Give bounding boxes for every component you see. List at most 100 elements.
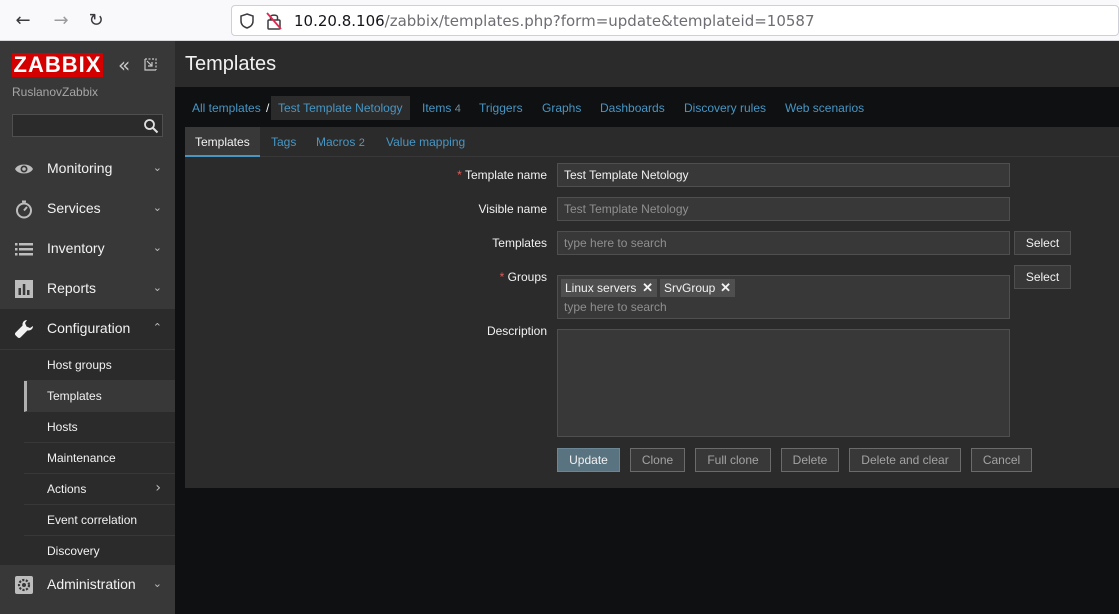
submenu-label: Event correlation <box>47 513 138 527</box>
breadcrumb-triggers[interactable]: Triggers <box>479 96 523 120</box>
required-marker: * <box>457 168 462 182</box>
items-label: Items <box>422 101 452 115</box>
breadcrumb-discovery-rules[interactable]: Discovery rules <box>684 96 766 120</box>
template-form: Templates Tags Macros 2 Value mapping * … <box>185 127 1119 488</box>
collapse-sidebar-icon[interactable]: « <box>118 55 130 75</box>
form-body: * Template name Test Template Netology V… <box>185 158 1119 488</box>
submenu-templates[interactable]: Templates <box>24 381 175 412</box>
kiosk-mode-icon[interactable] <box>144 58 157 71</box>
form-tabs: Templates Tags Macros 2 Value mapping <box>185 127 1119 157</box>
submenu-actions[interactable]: Actions › <box>24 474 175 505</box>
description-label: Description <box>486 324 547 338</box>
menu-monitoring[interactable]: Monitoring ⌄ <box>0 149 175 189</box>
zabbix-logo[interactable]: ZABBIX <box>12 53 103 77</box>
clone-button[interactable]: Clone <box>630 448 685 472</box>
templates-select-button[interactable]: Select <box>1014 231 1071 255</box>
remove-icon[interactable]: ✕ <box>720 279 731 297</box>
breadcrumb-current-template[interactable]: Test Template Netology <box>271 96 410 120</box>
sidebar-search-input[interactable] <box>12 114 163 137</box>
visible-name-label: Visible name <box>478 202 547 216</box>
menu-label: Services <box>47 200 101 216</box>
description-textarea[interactable] <box>557 329 1010 437</box>
groups-select-button[interactable]: Select <box>1014 265 1071 289</box>
menu-configuration[interactable]: Configuration ⌃ <box>0 309 175 349</box>
breadcrumb-dashboards[interactable]: Dashboards <box>600 96 665 120</box>
main-content: Templates All templates / Test Template … <box>175 41 1119 614</box>
breadcrumb-separator: / <box>266 101 270 115</box>
templates-search-input[interactable]: type here to search <box>557 231 1010 255</box>
chevron-up-icon: ⌃ <box>152 321 162 334</box>
bar-chart-icon <box>15 280 33 298</box>
group-chip: SrvGroup ✕ <box>660 279 735 297</box>
groups-label-text: Groups <box>507 270 547 284</box>
tab-macros[interactable]: Macros 2 <box>316 127 365 157</box>
submenu-discovery[interactable]: Discovery <box>24 536 175 567</box>
full-clone-button[interactable]: Full clone <box>695 448 771 472</box>
back-arrow-icon[interactable]: ← <box>10 8 36 34</box>
submenu-hosts[interactable]: Hosts <box>24 412 175 443</box>
menu-administration[interactable]: Administration ⌄ <box>0 565 175 605</box>
chevron-down-icon: ⌄ <box>152 161 162 174</box>
sidebar: ZABBIX « RuslanovZabbix Monitoring ⌄ Ser… <box>0 41 175 614</box>
server-name: RuslanovZabbix <box>12 85 99 99</box>
browser-toolbar: ← → ↻ 10.20.8.106/zabbix/templates.php?f… <box>0 0 1119 41</box>
remove-icon[interactable]: ✕ <box>642 279 653 297</box>
breadcrumb-all-templates[interactable]: All templates <box>192 96 261 120</box>
page-title: Templates <box>185 53 277 75</box>
breadcrumb-items[interactable]: Items 4 <box>422 96 461 120</box>
breadcrumb-web-scenarios[interactable]: Web scenarios <box>785 96 864 120</box>
submenu-label: Templates <box>47 389 102 403</box>
macros-count: 2 <box>358 137 365 149</box>
menu-reports[interactable]: Reports ⌄ <box>0 269 175 309</box>
configuration-submenu: Host groups Templates Hosts Maintenance … <box>0 350 175 567</box>
group-chip-label: Linux servers <box>565 281 637 295</box>
search-icon[interactable] <box>143 118 159 134</box>
header-band <box>175 41 1119 87</box>
group-chip: Linux servers ✕ <box>561 279 657 297</box>
macros-label: Macros <box>316 135 356 149</box>
menu-inventory[interactable]: Inventory ⌄ <box>0 229 175 269</box>
tab-tags[interactable]: Tags <box>271 127 296 157</box>
menu-label: Reports <box>47 280 97 296</box>
url-text: 10.20.8.106/zabbix/templates.php?form=up… <box>294 12 815 30</box>
visible-name-input[interactable]: Test Template Netology <box>557 197 1010 221</box>
address-bar[interactable]: 10.20.8.106/zabbix/templates.php?form=up… <box>231 5 1119 36</box>
stopwatch-icon <box>16 200 32 219</box>
submenu-label: Maintenance <box>47 451 116 465</box>
list-icon <box>15 243 33 256</box>
tab-value-mapping[interactable]: Value mapping <box>386 127 465 157</box>
group-chip-label: SrvGroup <box>664 281 716 295</box>
url-path: /zabbix/templates.php?form=update&templa… <box>384 12 815 30</box>
breadcrumb-graphs[interactable]: Graphs <box>542 96 581 120</box>
template-name-label: * Template name <box>457 168 547 182</box>
template-name-label-text: Template name <box>464 168 547 182</box>
template-name-input[interactable]: Test Template Netology <box>557 163 1010 187</box>
items-count: 4 <box>454 103 461 115</box>
eye-icon <box>15 164 33 174</box>
groups-multiselect[interactable]: Linux servers ✕ SrvGroup ✕ type here to se… <box>557 275 1010 319</box>
groups-search-input[interactable]: type here to search <box>564 300 667 314</box>
templates-label: Templates <box>492 236 547 250</box>
update-button[interactable]: Update <box>557 448 620 472</box>
submenu-event-correlation[interactable]: Event correlation <box>24 505 175 536</box>
chevron-down-icon: ⌄ <box>152 201 162 214</box>
menu-label: Administration <box>47 576 136 592</box>
groups-label: * Groups <box>500 270 547 284</box>
menu-label: Configuration <box>47 320 131 336</box>
submenu-label: Actions <box>47 482 87 496</box>
forward-arrow-icon[interactable]: → <box>48 8 74 34</box>
cancel-button[interactable]: Cancel <box>971 448 1032 472</box>
tab-templates[interactable]: Templates <box>185 127 260 157</box>
url-host: 10.20.8.106 <box>294 12 385 30</box>
reload-icon[interactable]: ↻ <box>83 8 109 34</box>
chevron-down-icon: ⌄ <box>152 241 162 254</box>
submenu-maintenance[interactable]: Maintenance <box>24 443 175 474</box>
submenu-host-groups[interactable]: Host groups <box>24 350 175 381</box>
delete-button[interactable]: Delete <box>781 448 839 472</box>
submenu-label: Hosts <box>47 420 78 434</box>
insecure-lock-icon <box>266 12 282 30</box>
gear-icon <box>15 576 33 594</box>
delete-and-clear-button[interactable]: Delete and clear <box>849 448 961 472</box>
menu-services[interactable]: Services ⌄ <box>0 189 175 229</box>
submenu-label: Discovery <box>47 544 100 558</box>
